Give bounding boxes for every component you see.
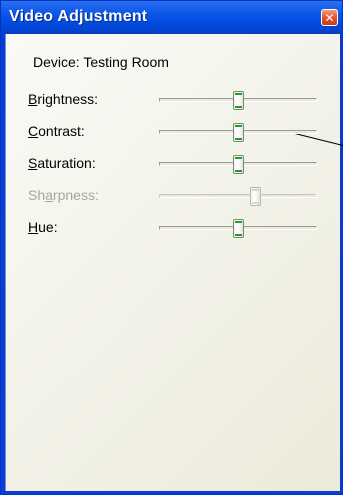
sharpness-slider-thumb	[250, 187, 261, 206]
close-icon: ✕	[324, 10, 335, 25]
sharpness-row: Sharpness:	[28, 185, 328, 209]
title-bar[interactable]: Video Adjustment ✕	[1, 1, 342, 34]
close-button[interactable]: ✕	[321, 9, 338, 26]
brightness-row: Brightness:	[28, 89, 328, 113]
window-title: Video Adjustment	[9, 8, 148, 25]
contrast-label: Contrast:	[28, 123, 85, 139]
brightness-label: Brightness:	[28, 91, 99, 107]
hue-slider-thumb[interactable]	[233, 219, 244, 238]
saturation-slider-thumb[interactable]	[233, 155, 244, 174]
saturation-label: Saturation:	[28, 155, 96, 171]
contrast-slider-thumb[interactable]	[233, 123, 244, 142]
client-area: Device: Testing Room Brightness: Contras…	[5, 34, 343, 491]
hue-slider[interactable]	[159, 219, 317, 238]
hue-label: Hue:	[28, 219, 58, 235]
sharpness-label: Sharpness:	[28, 187, 99, 203]
device-label: Device: Testing Room	[33, 54, 169, 70]
sharpness-slider	[159, 187, 317, 206]
saturation-row: Saturation:	[28, 153, 328, 177]
hue-row: Hue:	[28, 217, 328, 241]
brightness-slider-thumb[interactable]	[233, 91, 244, 110]
contrast-row: Contrast:	[28, 121, 328, 145]
video-adjustment-window: Video Adjustment ✕ Device: Testing Room …	[0, 0, 343, 495]
contrast-slider[interactable]	[159, 123, 317, 142]
saturation-slider[interactable]	[159, 155, 317, 174]
brightness-slider[interactable]	[159, 91, 317, 110]
